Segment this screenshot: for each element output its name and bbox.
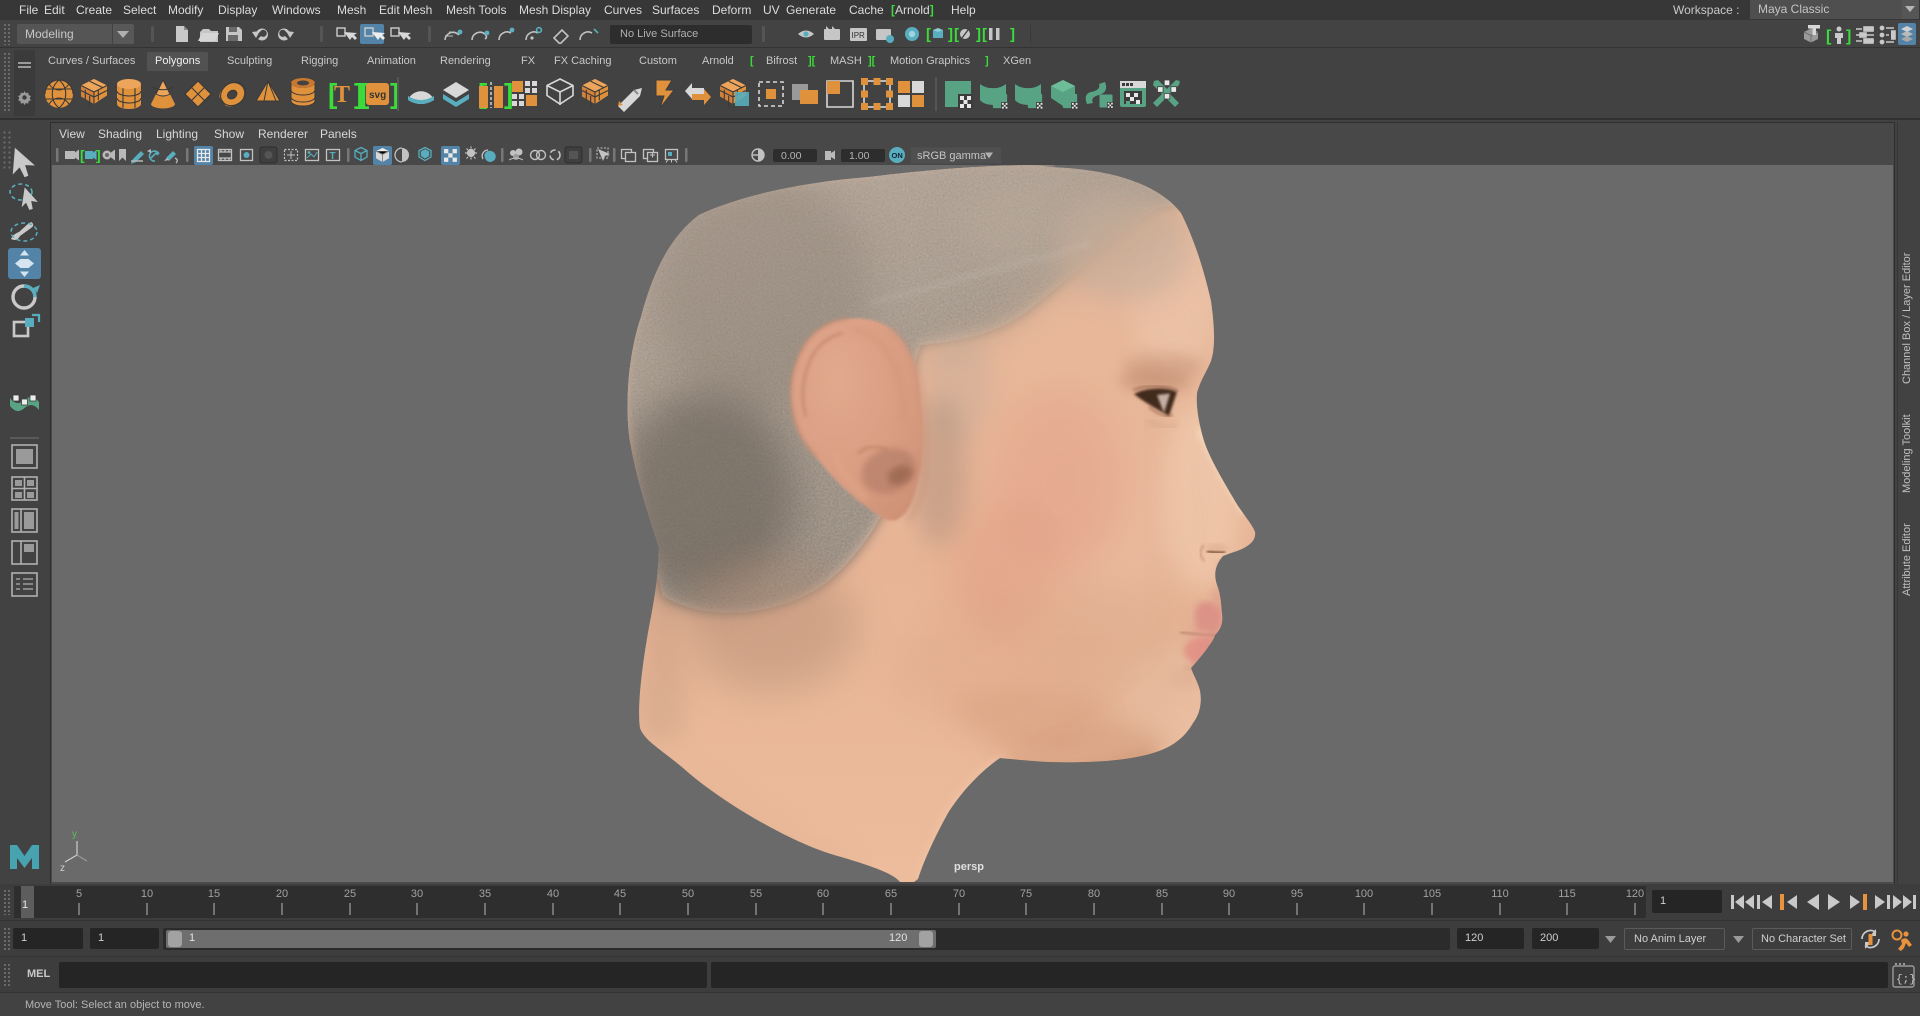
svg-text:]: ] <box>1010 26 1015 43</box>
svg-text:40: 40 <box>547 888 559 900</box>
svg-text:30: 30 <box>411 888 423 900</box>
svg-text:]: ] <box>976 26 981 43</box>
svg-text:90: 90 <box>1223 888 1235 900</box>
svg-text:0.00: 0.00 <box>781 150 802 162</box>
svg-text:[: [ <box>80 147 85 163</box>
svg-text:y: y <box>72 829 77 840</box>
svg-text:{;}: {;} <box>1896 974 1915 986</box>
svg-text:80: 80 <box>1088 888 1100 900</box>
svg-text:]: ] <box>96 147 101 163</box>
svg-text:45: 45 <box>614 888 626 900</box>
svg-text:95: 95 <box>1291 888 1303 900</box>
svg-text:105: 105 <box>1423 888 1441 900</box>
svg-text:75: 75 <box>1020 888 1032 900</box>
svg-text:110: 110 <box>1491 888 1509 900</box>
svg-text:z: z <box>60 863 65 873</box>
svg-text:T: T <box>330 151 336 162</box>
svg-text:svg: svg <box>369 90 386 101</box>
svg-text:IPR: IPR <box>852 31 866 40</box>
svg-text:20: 20 <box>276 888 288 900</box>
svg-text:85: 85 <box>1156 888 1168 900</box>
svg-text:65: 65 <box>885 888 897 900</box>
svg-text:15: 15 <box>208 888 220 900</box>
svg-text:120: 120 <box>1626 888 1644 900</box>
svg-text:T: T <box>334 82 350 108</box>
svg-text:1.00: 1.00 <box>849 150 870 162</box>
svg-text:sRGB gamma: sRGB gamma <box>917 150 987 162</box>
svg-text:100: 100 <box>1355 888 1373 900</box>
svg-text:]: ] <box>1846 28 1851 45</box>
svg-text:115: 115 <box>1558 888 1576 900</box>
svg-text:ON: ON <box>892 151 903 160</box>
svg-text:]: ] <box>948 26 953 43</box>
svg-text:[: [ <box>926 26 931 43</box>
svg-text:35: 35 <box>479 888 491 900</box>
svg-text:70: 70 <box>953 888 965 900</box>
svg-text:[: [ <box>982 26 987 43</box>
svg-text:5: 5 <box>76 888 82 900</box>
svg-text:25: 25 <box>344 888 356 900</box>
svg-text:[: [ <box>954 26 959 43</box>
svg-text:[: [ <box>1826 28 1832 45</box>
svg-text:60: 60 <box>817 888 829 900</box>
svg-text:10: 10 <box>141 888 153 900</box>
svg-text:]: ] <box>504 78 513 109</box>
svg-text:50: 50 <box>682 888 694 900</box>
svg-text:55: 55 <box>750 888 762 900</box>
